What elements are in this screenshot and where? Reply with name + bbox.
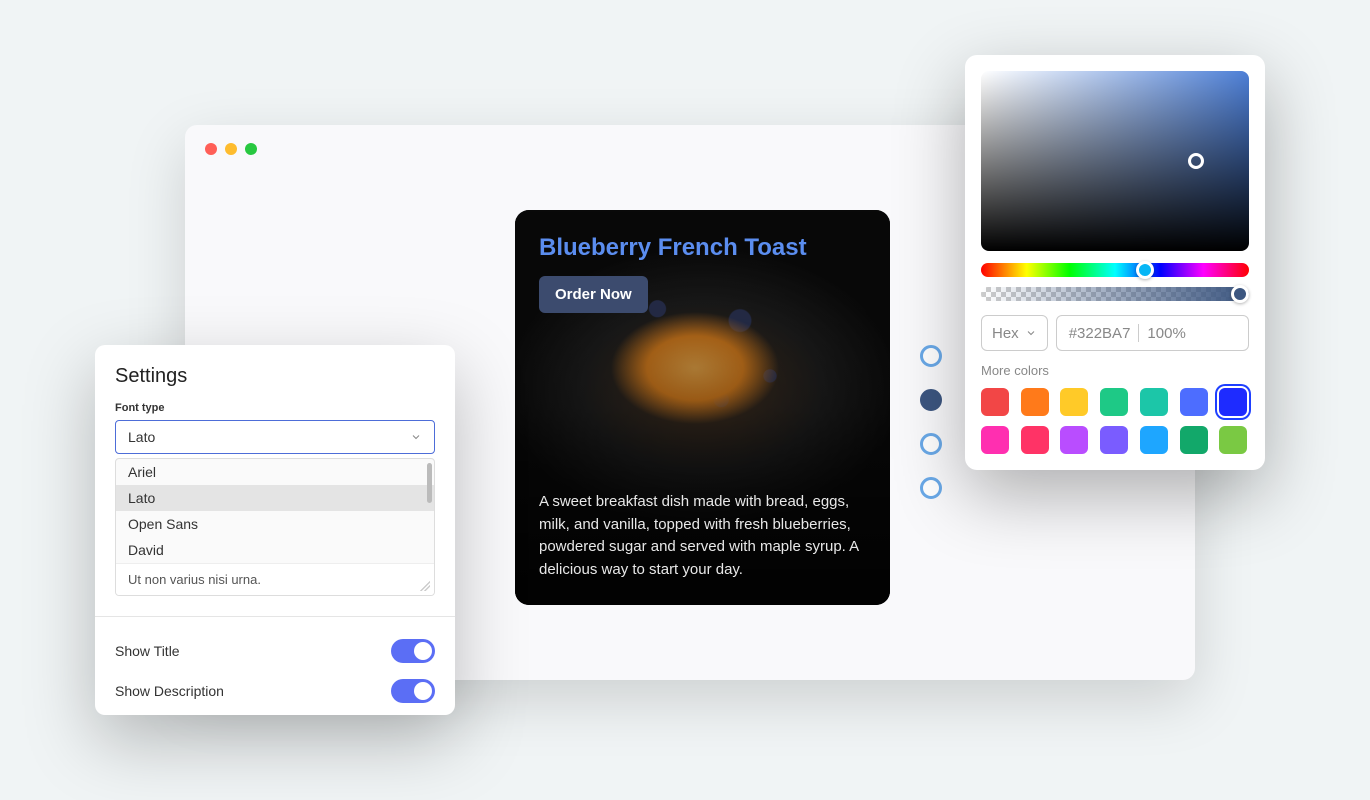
window-minimize-icon[interactable] [225, 143, 237, 155]
alpha-cursor-icon[interactable] [1231, 285, 1249, 303]
recipe-content: Blueberry French Toast Order Now A sweet… [515, 210, 890, 605]
font-type-select[interactable]: Lato [115, 420, 435, 454]
color-swatch[interactable] [1021, 426, 1049, 454]
font-option[interactable]: Open Sans [116, 511, 434, 537]
color-swatch[interactable] [1219, 388, 1247, 416]
color-swatch[interactable] [1180, 388, 1208, 416]
swatch-grid [981, 388, 1249, 454]
chevron-down-icon [1025, 327, 1037, 339]
pagination-dot[interactable] [920, 477, 942, 499]
chevron-down-icon [410, 431, 422, 443]
saturation-cursor-icon[interactable] [1188, 153, 1204, 169]
show-title-toggle[interactable] [391, 639, 435, 663]
color-swatch[interactable] [1100, 426, 1128, 454]
font-option[interactable]: David [116, 537, 434, 563]
pagination-dot[interactable] [920, 345, 942, 367]
show-title-label: Show Title [115, 643, 180, 659]
hue-cursor-icon[interactable] [1136, 261, 1154, 279]
color-swatch[interactable] [1140, 426, 1168, 454]
hex-value: #322BA7 [1069, 325, 1131, 342]
hex-input[interactable]: #322BA7 100% [1056, 315, 1249, 351]
toggle-row: Show Description [115, 671, 435, 711]
color-swatch[interactable] [1219, 426, 1247, 454]
opacity-value: 100% [1147, 325, 1185, 342]
color-swatch[interactable] [981, 388, 1009, 416]
color-format-select[interactable]: Hex [981, 315, 1048, 351]
window-close-icon[interactable] [205, 143, 217, 155]
color-inputs-row: Hex #322BA7 100% [981, 315, 1249, 351]
color-swatch[interactable] [981, 426, 1009, 454]
color-picker-panel: Hex #322BA7 100% More colors [965, 55, 1265, 470]
color-swatch[interactable] [1021, 388, 1049, 416]
hue-slider[interactable] [981, 263, 1249, 277]
font-option[interactable]: Ariel [116, 459, 434, 485]
font-type-value: Lato [128, 429, 155, 445]
color-swatch[interactable] [1060, 426, 1088, 454]
settings-panel: Settings Font type Lato Ariel Lato Open … [95, 345, 455, 715]
font-type-label: Font type [115, 402, 435, 414]
color-swatch[interactable] [1100, 388, 1128, 416]
divider [95, 616, 455, 617]
pagination-dot[interactable] [920, 433, 942, 455]
pagination-dots [920, 345, 942, 499]
show-description-label: Show Description [115, 683, 224, 699]
recipe-description: A sweet breakfast dish made with bread, … [539, 491, 866, 581]
color-swatch[interactable] [1140, 388, 1168, 416]
saturation-picker[interactable] [981, 71, 1249, 251]
show-description-toggle[interactable] [391, 679, 435, 703]
pagination-dot-active[interactable] [920, 389, 942, 411]
description-textarea[interactable]: Ut non varius nisi urna. [116, 563, 434, 595]
divider [1138, 324, 1139, 342]
window-maximize-icon[interactable] [245, 143, 257, 155]
color-swatch[interactable] [1180, 426, 1208, 454]
recipe-title: Blueberry French Toast [539, 234, 866, 262]
color-swatch[interactable] [1060, 388, 1088, 416]
more-colors-label: More colors [981, 363, 1249, 378]
toggle-row: Show Title [115, 631, 435, 671]
settings-title: Settings [115, 365, 435, 388]
font-type-dropdown: Ariel Lato Open Sans David Ut non varius… [115, 458, 435, 596]
alpha-slider[interactable] [981, 287, 1249, 301]
recipe-card: Blueberry French Toast Order Now A sweet… [515, 210, 890, 605]
color-format-value: Hex [992, 325, 1019, 342]
order-now-button[interactable]: Order Now [539, 276, 648, 313]
font-option-selected[interactable]: Lato [116, 485, 434, 511]
